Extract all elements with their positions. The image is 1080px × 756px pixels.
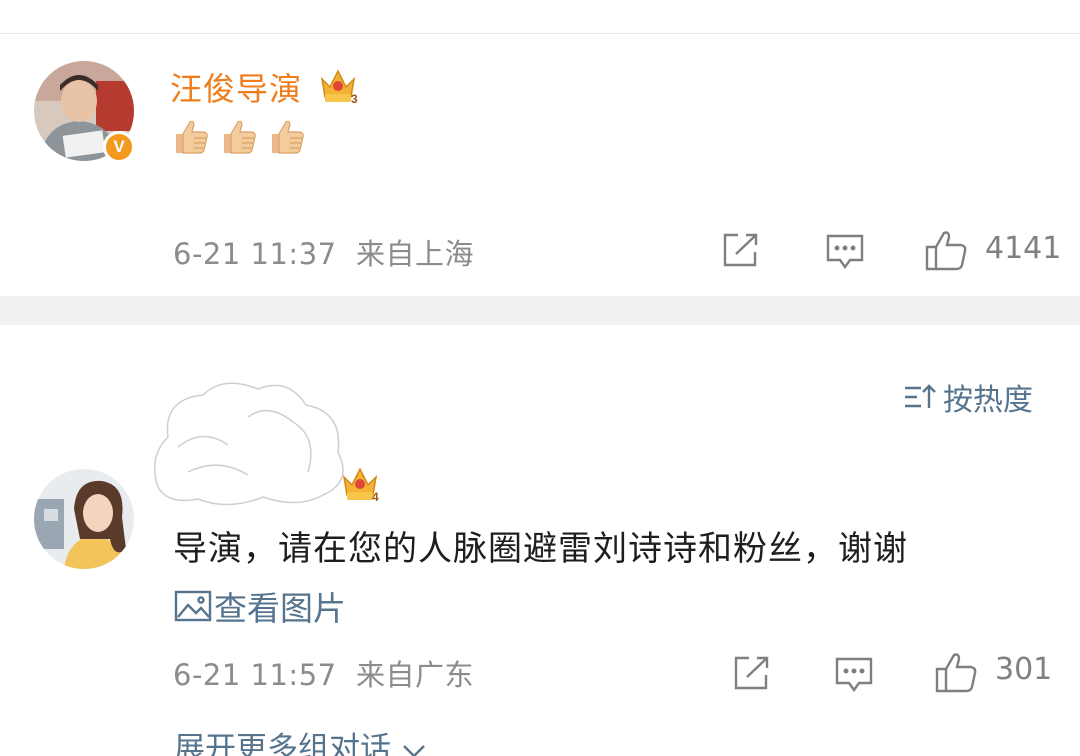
sort-by-hot-button[interactable]: 按热度 — [903, 375, 1033, 419]
like-icon[interactable] — [935, 651, 977, 697]
obscured-username — [148, 377, 353, 516]
thumbs-up-emoji-icon — [224, 120, 256, 154]
chevron-down-icon — [403, 744, 425, 756]
like-count: 4141 — [985, 231, 1062, 266]
section-separator — [0, 296, 1080, 325]
comment-time: 6-21 11:57 — [173, 658, 337, 692]
avatar[interactable] — [34, 469, 134, 569]
comment-location: 来自上海 — [356, 237, 475, 271]
view-image-label: 查看图片 — [214, 589, 346, 628]
comment-time: 6-21 11:37 — [173, 237, 337, 271]
comment-icon[interactable] — [835, 657, 873, 697]
comment-location: 来自广东 — [356, 658, 475, 692]
like-count: 301 — [995, 652, 1053, 687]
comment-card: 按热度 4 导演，请在您的人脉圈避雷刘诗诗和粉丝，谢谢 查看图片 6-21 11… — [0, 325, 1080, 756]
verified-badge-icon: V — [103, 131, 135, 163]
comment-username[interactable]: 汪俊导演 — [170, 64, 302, 110]
crown-level-icon: 4 — [340, 465, 380, 507]
comment-icon[interactable] — [826, 234, 864, 274]
thumbs-up-emoji-icon — [176, 120, 208, 154]
comment-card: V 汪俊导演 3 6-21 11:37 来自上海 4141 — [0, 34, 1080, 296]
thumbs-up-emoji-icon — [272, 120, 304, 154]
crown-level-number: 3 — [351, 92, 358, 105]
comment-emoji-content — [170, 116, 306, 156]
like-icon[interactable] — [925, 229, 967, 275]
expand-conversation-link[interactable]: 展开更多组对话 — [174, 723, 427, 756]
comment-meta: 6-21 11:37 来自上海 — [173, 231, 474, 273]
share-icon[interactable] — [733, 655, 771, 695]
comment-meta: 6-21 11:57 来自广东 — [173, 652, 474, 694]
crown-level-number: 4 — [372, 490, 379, 503]
share-icon[interactable] — [722, 232, 760, 272]
sort-icon — [905, 384, 936, 408]
comment-content: 导演，请在您的人脉圈避雷刘诗诗和粉丝，谢谢 — [173, 529, 908, 569]
crown-level-icon: 3 — [318, 67, 358, 109]
sort-label: 按热度 — [943, 383, 1033, 418]
image-icon — [174, 590, 212, 622]
view-image-link[interactable]: 查看图片 — [174, 582, 346, 630]
expand-label: 展开更多组对话 — [174, 731, 391, 756]
